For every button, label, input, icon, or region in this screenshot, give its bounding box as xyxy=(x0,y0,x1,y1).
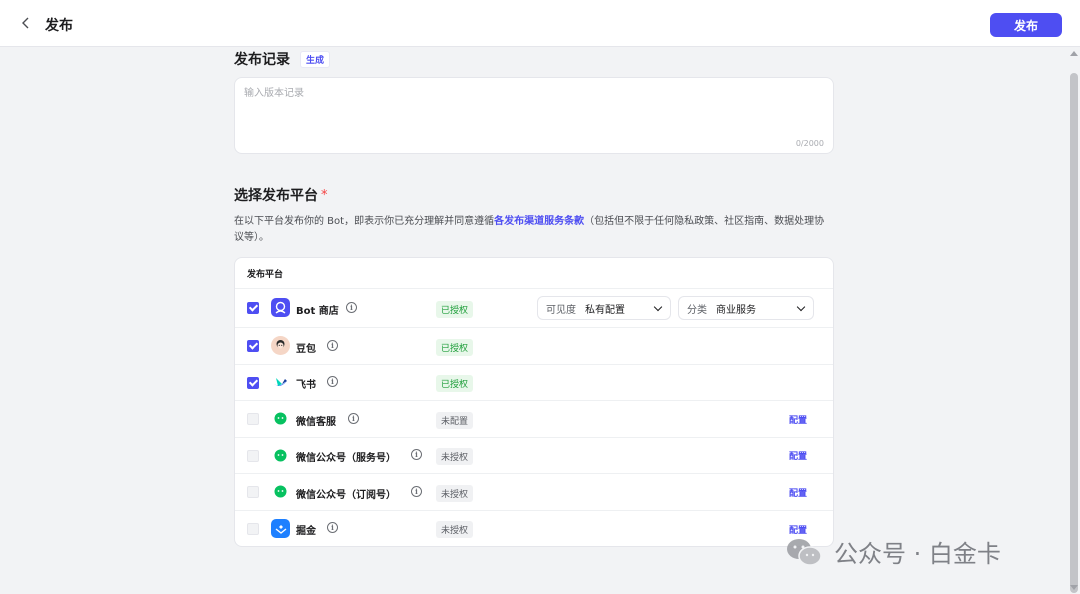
platform-name: 掘金 xyxy=(296,526,316,537)
platform-table: 发布平台 Bot 商店 i 已授权 可见度 私有配置 分类 商业服务 豆包 i … xyxy=(234,257,834,547)
top-bar: 发布 发布 xyxy=(0,0,1080,47)
page-title: 发布 xyxy=(45,18,73,34)
terms-link[interactable]: 各发布渠道服务条款 xyxy=(494,216,584,227)
bot-store-icon xyxy=(271,298,290,317)
info-icon[interactable]: i xyxy=(411,449,422,460)
table-header: 发布平台 xyxy=(235,258,833,289)
watermark: 公众号 · 白金卡 xyxy=(784,534,1001,569)
info-icon[interactable]: i xyxy=(411,486,422,497)
doubao-icon xyxy=(271,336,290,355)
status-badge: 已授权 xyxy=(436,375,474,392)
status-badge: 已授权 xyxy=(436,339,474,356)
platform-name: 微信公众号（订阅号） xyxy=(296,490,396,501)
checkbox-feishu[interactable] xyxy=(247,377,259,389)
platform-row-feishu: 飞书 i 已授权 xyxy=(235,365,833,401)
publish-button[interactable]: 发布 xyxy=(990,13,1062,37)
record-title: 发布记录 xyxy=(234,52,290,68)
platform-name: 豆包 xyxy=(296,344,316,355)
char-counter: 0/2000 xyxy=(795,139,824,148)
chevron-down-icon xyxy=(796,302,806,312)
info-icon[interactable]: i xyxy=(327,376,338,387)
chevron-down-icon xyxy=(653,302,663,312)
info-icon[interactable]: i xyxy=(327,340,338,351)
platform-name: 飞书 xyxy=(296,380,316,391)
platform-description: 在以下平台发布你的 Bot，即表示你已充分理解并同意遵循各发布渠道服务条款（包括… xyxy=(234,214,834,246)
checkbox-wechat-oa-subscription[interactable] xyxy=(247,486,259,498)
wechat-icon xyxy=(271,446,290,465)
scroll-thumb[interactable] xyxy=(1070,73,1078,593)
info-icon[interactable]: i xyxy=(348,413,359,424)
feishu-icon xyxy=(271,373,290,392)
platform-row-juejin: 掘金 i 未授权 配置 xyxy=(235,511,833,546)
visibility-select[interactable]: 可见度 私有配置 xyxy=(537,296,671,320)
platform-name: 微信客服 xyxy=(296,417,336,428)
platform-header: 选择发布平台 * xyxy=(234,185,328,205)
status-badge: 未授权 xyxy=(436,448,474,465)
platform-row-bot-store: Bot 商店 i 已授权 可见度 私有配置 分类 商业服务 xyxy=(235,289,833,328)
configure-link[interactable]: 配置 xyxy=(789,449,807,462)
status-badge: 未授权 xyxy=(436,521,474,538)
juejin-icon xyxy=(271,519,290,538)
record-textarea-box: 0/2000 xyxy=(234,77,834,154)
watermark-text: 公众号 · 白金卡 xyxy=(834,540,1001,568)
record-input[interactable] xyxy=(235,78,833,133)
platform-row-wechat-oa-subscription: 微信公众号（订阅号） i 未授权 配置 xyxy=(235,474,833,511)
platform-name: Bot 商店 xyxy=(296,306,339,317)
scroll-up-icon[interactable] xyxy=(1070,51,1078,56)
back-arrow-icon[interactable] xyxy=(18,15,34,31)
checkbox-bot-store[interactable] xyxy=(247,302,259,314)
wechat-icon xyxy=(271,482,290,501)
platform-name: 微信公众号（服务号） xyxy=(296,453,396,464)
table-header-label: 发布平台 xyxy=(247,270,284,280)
status-badge: 未授权 xyxy=(436,485,474,502)
wechat-icon xyxy=(271,409,290,428)
status-badge: 已授权 xyxy=(436,301,474,318)
category-value: 商业服务 xyxy=(716,304,756,316)
configure-link[interactable]: 配置 xyxy=(789,413,807,426)
scroll-down-icon[interactable] xyxy=(1070,585,1078,590)
desc-text: 在以下平台发布你的 Bot，即表示你已充分理解并同意遵循 xyxy=(234,216,495,227)
status-badge: 未配置 xyxy=(436,412,474,429)
required-mark: * xyxy=(321,187,328,203)
platform-row-wechat-oa-service: 微信公众号（服务号） i 未授权 配置 xyxy=(235,438,833,474)
platform-row-wechat-service: 微信客服 i 未配置 配置 xyxy=(235,401,833,438)
checkbox-wechat-oa-service[interactable] xyxy=(247,450,259,462)
platform-row-doubao: 豆包 i 已授权 xyxy=(235,328,833,365)
wechat-logo-icon xyxy=(787,538,822,566)
info-icon[interactable]: i xyxy=(327,522,338,533)
category-select[interactable]: 分类 商业服务 xyxy=(678,296,814,320)
platform-title: 选择发布平台 xyxy=(234,188,318,204)
configure-link[interactable]: 配置 xyxy=(789,486,807,499)
generate-button[interactable]: 生成 xyxy=(300,50,331,68)
visibility-value: 私有配置 xyxy=(585,304,625,316)
scrollbar[interactable] xyxy=(1068,47,1080,594)
checkbox-juejin[interactable] xyxy=(247,523,259,535)
info-icon[interactable]: i xyxy=(346,302,357,313)
record-header: 发布记录 生成 xyxy=(234,49,331,69)
checkbox-wechat-service[interactable] xyxy=(247,413,259,425)
visibility-label: 可见度 xyxy=(546,304,576,316)
checkbox-doubao[interactable] xyxy=(247,340,259,352)
category-label: 分类 xyxy=(687,304,707,316)
